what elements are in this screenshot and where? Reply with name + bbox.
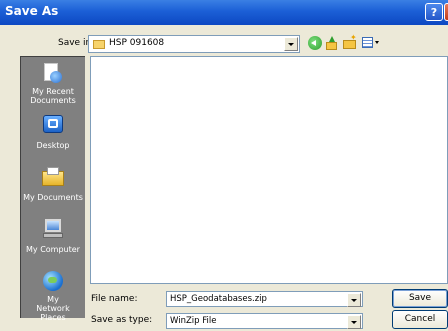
place-my-documents[interactable]: My Documents (21, 161, 85, 213)
help-button[interactable]: ? (425, 3, 443, 21)
file-name-label: File name: (91, 294, 138, 304)
place-label: My Recent Documents (30, 87, 76, 105)
my-documents-icon (42, 167, 64, 187)
save-in-value: HSP 091608 (109, 38, 165, 48)
close-button[interactable]: ✕ (444, 3, 448, 21)
dialog-title: Save As (5, 4, 59, 18)
my-computer-icon (42, 219, 64, 239)
save-as-type-label: Save as type: (91, 315, 153, 325)
save-as-dialog: Save As ? ✕ Save in: HSP 091608 My Recen… (0, 0, 448, 331)
cancel-button[interactable]: Cancel (392, 310, 448, 329)
recent-documents-icon (42, 63, 64, 83)
up-folder-icon[interactable] (325, 36, 339, 50)
file-name-input[interactable]: HSP_Geodatabases.zip (166, 291, 363, 307)
file-list[interactable] (90, 56, 448, 284)
place-desktop[interactable]: Desktop (21, 109, 85, 161)
network-places-icon (42, 271, 64, 291)
place-my-recent-documents[interactable]: My Recent Documents (21, 57, 85, 109)
folder-icon (93, 40, 105, 49)
place-label: My Documents (23, 193, 83, 202)
save-button[interactable]: Save (392, 289, 448, 308)
place-my-network-places[interactable]: My Network Places (21, 265, 85, 322)
back-icon[interactable] (308, 36, 322, 50)
save-in-dropdown[interactable]: HSP 091608 (88, 35, 300, 53)
save-as-type-dropdown[interactable]: WinZip File (166, 313, 363, 329)
place-label: My Network Places (36, 295, 70, 322)
place-label: Desktop (36, 141, 70, 150)
title-bar[interactable]: Save As ? ✕ (0, 0, 448, 25)
views-menu-icon[interactable] (362, 36, 380, 50)
places-bar: My Recent Documents Desktop My Documents… (20, 56, 85, 322)
desktop-icon (42, 115, 64, 135)
chevron-down-icon[interactable] (347, 315, 361, 329)
save-as-type-value: WinZip File (170, 316, 217, 326)
file-name-value: HSP_Geodatabases.zip (170, 294, 267, 304)
chevron-down-icon[interactable] (347, 293, 361, 307)
new-folder-icon[interactable] (343, 33, 357, 50)
chevron-down-icon[interactable] (284, 37, 298, 51)
place-label: My Computer (26, 245, 80, 254)
place-my-computer[interactable]: My Computer (21, 213, 85, 265)
